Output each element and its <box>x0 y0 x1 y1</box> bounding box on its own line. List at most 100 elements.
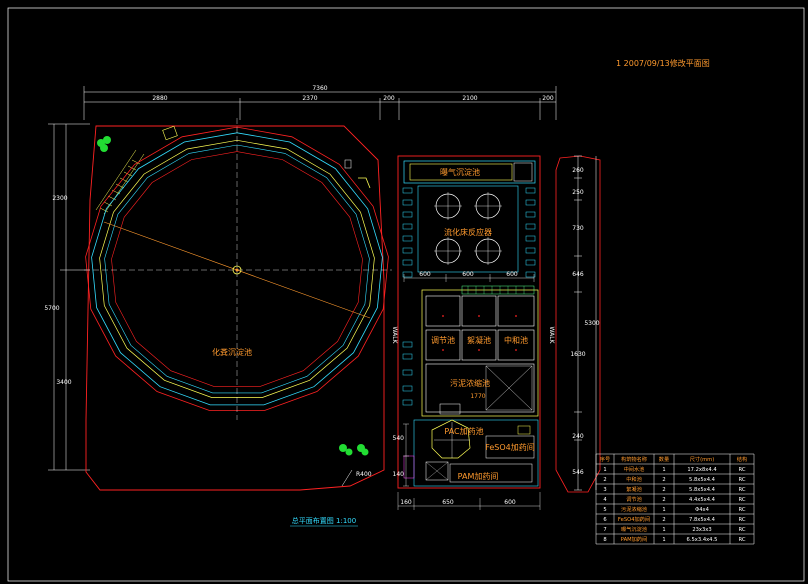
radius-label: R400 <box>356 471 372 478</box>
legend-table: 序号 构筑物名称 数量 尺寸(mm) 结构 1 中间水池 1 17.2x8x4.4 RC 2 中和池 2… <box>595 453 755 545</box>
left-dim-2: 5700 <box>44 305 59 312</box>
window-box <box>525 211 536 218</box>
legend-cell: 1 <box>603 467 606 473</box>
top-dim-4: 2100 <box>462 95 477 102</box>
right-dim-6: 240 <box>572 433 584 440</box>
site-plan-drawing: 1 2007/09/13修改平面图 7360 2880 2370 200 210… <box>7 7 805 582</box>
legend-cell: RC <box>739 507 746 513</box>
left-dim-3: 3400 <box>56 379 71 386</box>
bottom-dim-1: 160 <box>400 499 412 506</box>
window-box <box>402 211 413 218</box>
legend-cell: RC <box>739 497 746 503</box>
legend-cell: 23x3x3 <box>692 527 711 533</box>
legend-cell: 4 <box>603 497 607 503</box>
window-box <box>525 247 536 254</box>
legend-cell: 污泥浓缩池 <box>621 505 647 513</box>
legend-cell: 5.8x5x4.4 <box>689 477 716 483</box>
legend-cell: 8 <box>603 537 606 543</box>
legend-header-cell: 尺寸(mm) <box>690 455 715 463</box>
legend-cell: 5.8x5x4.4 <box>689 487 716 493</box>
legend-cell: 17.2x8x4.4 <box>687 467 717 473</box>
bottom-dim-2: 650 <box>442 499 454 506</box>
pac-tank-shape <box>431 419 471 459</box>
legend-cell: 6 <box>603 517 606 523</box>
legend-cell: RC <box>739 537 746 543</box>
side-boxes <box>402 187 536 406</box>
tank3-label: 中和池 <box>504 335 528 345</box>
right-dim-7: 546 <box>572 469 584 476</box>
legend-cell: FeSO4加药间 <box>618 515 650 523</box>
feso4-room-label: FeSO4加药间 <box>485 442 535 452</box>
legend-cell: 6.5x3.4x4.5 <box>687 537 718 543</box>
sludge-dim: 1770 <box>470 393 485 400</box>
legend-cell: PAM加药间 <box>621 535 647 543</box>
right-dim-5: 1630 <box>570 351 585 358</box>
right-dim-4: 646 <box>572 271 584 278</box>
legend-header-cell: 结构 <box>737 455 747 463</box>
legend-header-cell: 序号 <box>600 455 610 463</box>
site-boundary-left <box>85 125 385 491</box>
right-dim-2: 250 <box>572 189 584 196</box>
tank-markers <box>442 315 517 351</box>
legend-cell: RC <box>739 487 746 493</box>
bottom-dim-3: 600 <box>504 499 516 506</box>
left-dim-1: 2300 <box>52 195 67 202</box>
legend-cell: 2 <box>662 517 665 523</box>
legend-cell: 7 <box>603 527 606 533</box>
sludge-label: 污泥浓缩池 <box>450 378 490 388</box>
legend-cell: RC <box>739 477 746 483</box>
overall-dim-label: 7360 <box>312 85 327 92</box>
legend-cell: 1 <box>662 507 665 513</box>
window-box <box>402 341 413 348</box>
legend-cell: 2 <box>662 497 665 503</box>
big-tank-label: 化粪沉淀池 <box>212 347 252 357</box>
legend-cell: RC <box>739 517 746 523</box>
pump-box <box>439 403 461 415</box>
legend-cell: 2 <box>603 477 606 483</box>
tank1-label: 调节池 <box>431 335 455 345</box>
sludge-cross <box>485 365 533 411</box>
top-dim-3: 200 <box>383 95 395 102</box>
window-box <box>402 199 413 206</box>
bottom-dimension-line <box>397 492 541 510</box>
legend-cell: 2 <box>662 477 665 483</box>
pipe-bend <box>358 177 371 189</box>
legend-cell: 絮凝池 <box>626 485 642 493</box>
legend-cell: 中和池 <box>626 475 642 483</box>
right-dim-3: 730 <box>572 225 584 232</box>
radius-leader <box>341 469 353 487</box>
window-box <box>402 385 413 392</box>
top-dim-5: 200 <box>542 95 554 102</box>
legend-cell: 2 <box>662 487 665 493</box>
right-dim-1: 260 <box>572 167 584 174</box>
top-room-label: 曝气沉淀池 <box>440 167 480 177</box>
legend-cell: RC <box>739 467 746 473</box>
drawing-caption: 总平面布置图 1:100 <box>292 516 356 525</box>
window-box <box>402 369 413 376</box>
tree-icon <box>339 444 369 456</box>
legend-cell: 7.8x5x4.4 <box>689 517 716 523</box>
walk-label-left: WALK <box>391 327 398 345</box>
top-dim-1: 2880 <box>152 95 167 102</box>
left-dimension-line <box>48 123 90 471</box>
window-box <box>402 247 413 254</box>
window-box <box>402 271 413 278</box>
window-box <box>525 235 536 242</box>
side-dim-1: 540 <box>393 435 405 442</box>
stair-small <box>403 455 415 479</box>
legend-cell: 3 <box>603 487 606 493</box>
window-box <box>402 235 413 242</box>
legend-cell: Φ4x4 <box>695 507 709 513</box>
mid-dim-3: 600 <box>506 271 518 278</box>
side-dim-2: 140 <box>393 471 405 478</box>
pac-tank-label: PAC加药池 <box>444 426 483 436</box>
tank2-label: 絮凝池 <box>467 335 491 345</box>
right-total-dim: 5300 <box>584 320 599 327</box>
top-room-equipment <box>513 162 533 182</box>
cad-drawing-canvas: 1 2007/09/13修改平面图 7360 2880 2370 200 210… <box>0 0 808 584</box>
window-box <box>402 399 413 406</box>
pam-room-label: PAM加药间 <box>458 471 499 481</box>
legend-cell: 1 <box>662 537 665 543</box>
legend-cell: 曝气沉淀池 <box>621 525 647 533</box>
legend-header-cell: 数量 <box>659 455 669 463</box>
